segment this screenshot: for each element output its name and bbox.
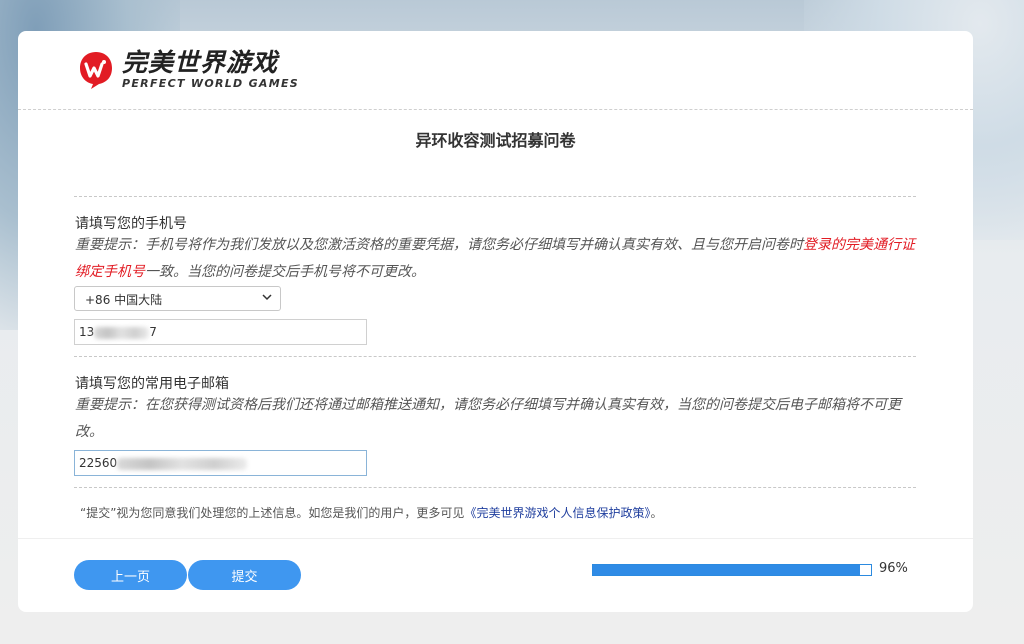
prev-page-button[interactable]: 上一页	[74, 560, 187, 590]
progress-bar	[592, 564, 872, 576]
perfect-world-logo-icon	[80, 51, 112, 89]
region-select[interactable]: +86 中国大陆	[74, 286, 281, 311]
email-value: 22560	[79, 456, 118, 470]
progress-fill	[593, 565, 860, 575]
note-text-end: 一致。当您的问卷提交后手机号将不可更改。	[145, 264, 425, 280]
chevron-down-icon	[262, 294, 272, 301]
email-input[interactable]: 22560	[74, 450, 367, 476]
privacy-notice: “提交”视为您同意我们处理您的上述信息。如您是我们的用户，更多可见《完美世界游戏…	[80, 504, 662, 521]
redacted-phone	[94, 326, 150, 339]
privacy-policy-link[interactable]: 《完美世界游戏个人信息保护政策》	[464, 506, 650, 520]
footer-divider	[18, 538, 973, 539]
question-title-phone: 请填写您的手机号	[75, 216, 187, 232]
brand-logo[interactable]: 完美世界游戏 PERFECT WORLD GAMES	[78, 49, 299, 90]
brand-name-cn: 完美世界游戏	[122, 48, 279, 77]
survey-title: 异环收容测试招募问卷	[415, 131, 576, 150]
divider	[74, 196, 916, 197]
header: 完美世界游戏 PERFECT WORLD GAMES	[18, 31, 973, 110]
survey-card: 完美世界游戏 PERFECT WORLD GAMES 异环收容测试招募问卷 请填…	[18, 31, 973, 612]
phone-value-tail: 7	[149, 325, 157, 339]
question-title-email: 请填写您的常用电子邮箱	[75, 376, 229, 392]
region-selected-value: +86 中国大陆	[85, 293, 163, 307]
note-text: 重要提示：手机号将作为我们发放以及您激活资格的重要凭据，请您务必仔细填写并确认真…	[75, 237, 803, 253]
submit-button[interactable]: 提交	[188, 560, 301, 590]
brand-name-en: PERFECT WORLD GAMES	[122, 77, 300, 90]
redacted-email	[117, 457, 248, 470]
privacy-text-end: 。	[650, 506, 663, 520]
progress-label: 96%	[879, 561, 908, 576]
phone-input[interactable]: 13 7	[74, 319, 367, 345]
phone-value: 13	[79, 325, 95, 339]
divider	[74, 356, 916, 357]
question-note-email: 重要提示：在您获得测试资格后我们还将通过邮箱推送通知，请您务必仔细填写并确认真实…	[75, 397, 901, 440]
divider	[74, 487, 916, 488]
question-note-phone: 重要提示：手机号将作为我们发放以及您激活资格的重要凭据，请您务必仔细填写并确认真…	[75, 232, 915, 286]
privacy-text: “提交”视为您同意我们处理您的上述信息。如您是我们的用户，更多可见	[80, 506, 465, 520]
